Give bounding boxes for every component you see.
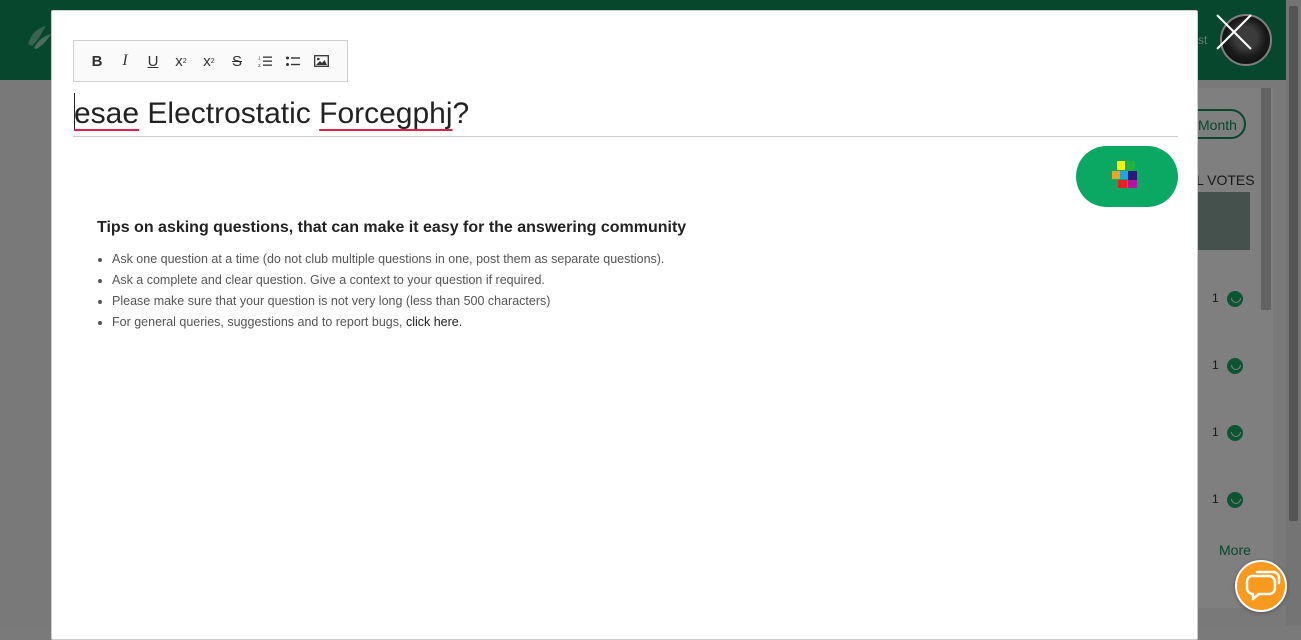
underline-button[interactable]: U	[139, 47, 167, 75]
italic-button[interactable]: I	[111, 47, 139, 75]
svg-text:1: 1	[258, 55, 261, 60]
question-text-end: ?	[452, 97, 470, 130]
misspelled-word[interactable]: Forcegphj	[319, 97, 452, 130]
question-text: Electrostatic	[139, 97, 320, 130]
bullet-list-icon	[286, 56, 300, 66]
ordered-list-button[interactable]: 1 2	[251, 47, 279, 75]
insert-image-button[interactable]	[307, 47, 335, 75]
tip-item: Ask one question at a time (do not club …	[112, 251, 664, 272]
live-chat-button[interactable]	[1235, 560, 1287, 612]
bold-button[interactable]: B	[83, 47, 111, 75]
misspelled-word[interactable]: esae	[74, 97, 139, 130]
tip-item: Ask a complete and clear question. Give …	[112, 272, 664, 293]
tip-item: For general queries, suggestions and to …	[112, 314, 664, 335]
editor-toolbar: B I U x2 x2 S 1 2	[73, 40, 348, 82]
superscript-icon: x	[203, 52, 211, 70]
chat-bubbles-icon	[1245, 570, 1281, 601]
tips-list: Ask one question at a time (do not club …	[112, 251, 664, 335]
strikethrough-button[interactable]: S	[223, 47, 251, 75]
superscript-button[interactable]: x2	[195, 47, 223, 75]
post-question-button[interactable]	[1076, 146, 1178, 207]
image-icon	[313, 55, 329, 67]
report-bugs-link[interactable]: click here.	[406, 315, 462, 329]
close-icon[interactable]	[1214, 12, 1254, 52]
subscript-icon: x	[175, 52, 183, 70]
tip-item: Please make sure that your question is n…	[112, 293, 664, 314]
svg-text:2: 2	[258, 63, 261, 68]
subscript-button[interactable]: x2	[167, 47, 195, 75]
colorful-pixel-grid-icon	[1112, 161, 1137, 188]
bullet-list-button[interactable]	[279, 47, 307, 75]
question-input[interactable]: esae Electrostatic Forcegphj?	[73, 93, 1178, 137]
tip-text: For general queries, suggestions and to …	[112, 315, 406, 329]
ordered-list-icon: 1 2	[258, 55, 272, 68]
tips-heading: Tips on asking questions, that can make …	[97, 219, 687, 236]
ask-question-modal: B I U x2 x2 S 1 2 esae Electrostatic For…	[51, 10, 1198, 640]
